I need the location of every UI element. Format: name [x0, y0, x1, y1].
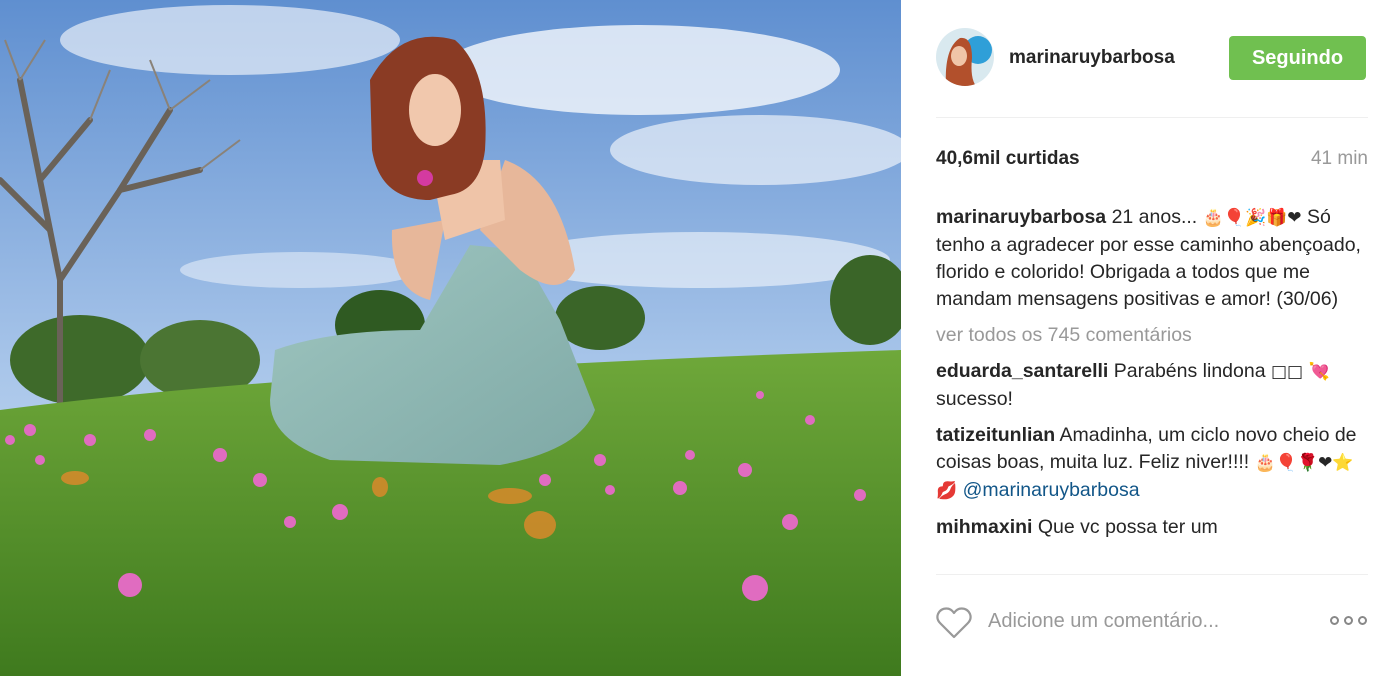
add-comment-input[interactable]: Adicione um comentário... [988, 610, 1219, 633]
likes-count[interactable]: 40,6mil curtidas [936, 148, 1080, 170]
comment-username[interactable]: eduarda_santarelli [936, 360, 1108, 382]
post-time[interactable]: 41 min [1311, 148, 1368, 170]
caption-username[interactable]: marinaruybarbosa [936, 206, 1106, 228]
comment-item: eduarda_santarelli Parabéns lindona □□ 💘… [936, 358, 1368, 413]
comments-list: marinaruybarbosa 21 anos... 🎂🎈🎉🎁❤ Só ten… [936, 204, 1368, 572]
post-side-panel: marinaruybarbosa Seguindo 40,6mil curtid… [901, 0, 1389, 676]
more-options-icon[interactable] [1330, 616, 1368, 630]
caption: marinaruybarbosa 21 anos... 🎂🎈🎉🎁❤ Só ten… [936, 204, 1368, 313]
comment-mention[interactable]: @marinaruybarbosa [957, 479, 1140, 501]
post-header: marinaruybarbosa Seguindo [936, 28, 1368, 88]
comment-text: Parabéns lindona [1108, 360, 1271, 382]
post-photo [0, 0, 901, 676]
comment-text-2: sucesso! [936, 388, 1013, 410]
divider [936, 117, 1368, 118]
comment-item: mihmaxini Que vc possa ter um [936, 514, 1368, 541]
heart-icon[interactable] [936, 606, 972, 640]
divider [936, 574, 1368, 575]
avatar[interactable] [936, 28, 994, 86]
post-footer: Adicione um comentário... [936, 598, 1368, 654]
comment-text: Que vc possa ter um [1032, 516, 1218, 538]
view-all-comments-link[interactable]: ver todos os 745 comentários [936, 322, 1368, 349]
comment-username[interactable]: mihmaxini [936, 516, 1032, 538]
caption-emojis: 🎂🎈🎉🎁❤ [1202, 208, 1302, 228]
following-button[interactable]: Seguindo [1229, 36, 1366, 80]
comment-emojis: □□ 💘 [1270, 362, 1330, 382]
caption-text: 21 anos... [1106, 206, 1203, 228]
post-author-username[interactable]: marinaruybarbosa [1009, 47, 1175, 69]
comment-username[interactable]: tatizeitunlian [936, 424, 1055, 446]
likes-row: 40,6mil curtidas 41 min [936, 148, 1368, 176]
post-photo-illustration [0, 0, 901, 676]
avatar-image [936, 28, 994, 86]
comment-item: tatizeitunlian Amadinha, um ciclo novo c… [936, 422, 1368, 505]
